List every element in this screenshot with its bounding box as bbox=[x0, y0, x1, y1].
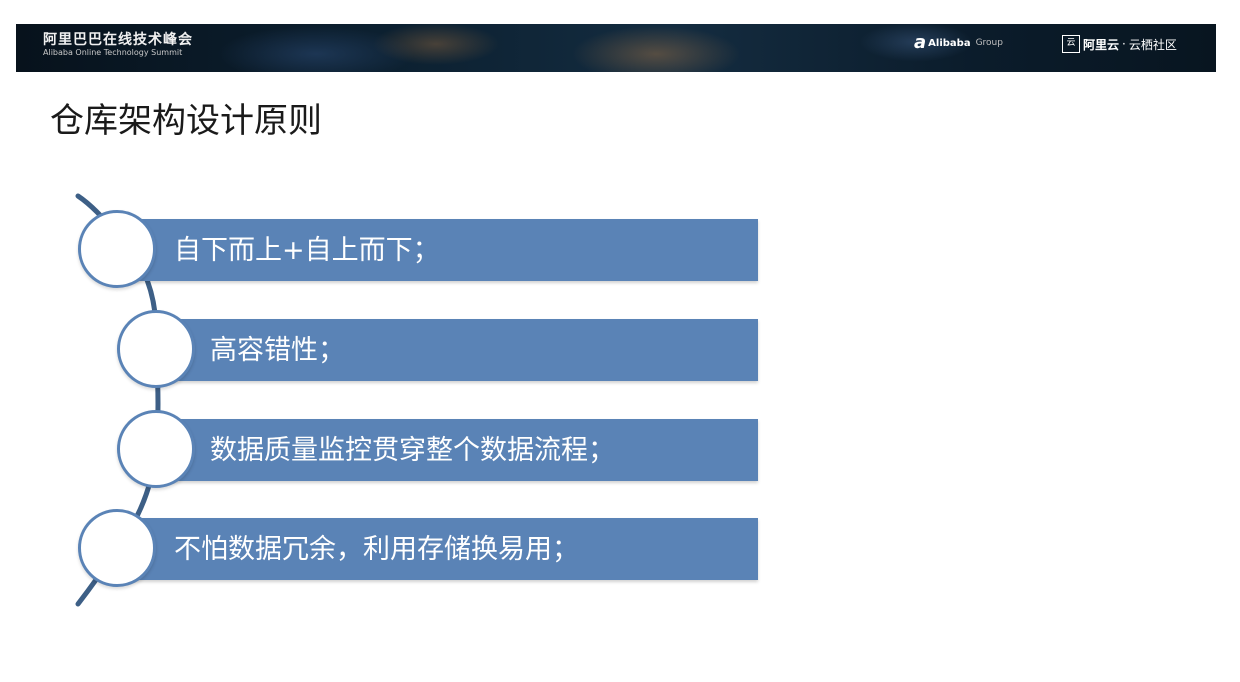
bullet-circle-1 bbox=[78, 210, 156, 288]
principle-bar-2: 高容错性； bbox=[160, 319, 758, 381]
principle-label-2: 高容错性； bbox=[210, 334, 345, 366]
principle-label-4: 不怕数据冗余，利用存储换易用； bbox=[174, 533, 579, 565]
principle-bar-1: 自下而上+自上而下； bbox=[120, 219, 758, 281]
principle-label-3: 数据质量监控贯穿整个数据流程； bbox=[210, 434, 615, 466]
bullet-circle-2 bbox=[117, 310, 195, 388]
principle-bar-4: 不怕数据冗余，利用存储换易用； bbox=[120, 518, 758, 580]
bullet-circle-4 bbox=[78, 509, 156, 587]
bullet-circle-3 bbox=[117, 410, 195, 488]
principle-bar-3: 数据质量监控贯穿整个数据流程； bbox=[160, 419, 758, 481]
principle-label-1: 自下而上+自上而下； bbox=[174, 234, 440, 266]
